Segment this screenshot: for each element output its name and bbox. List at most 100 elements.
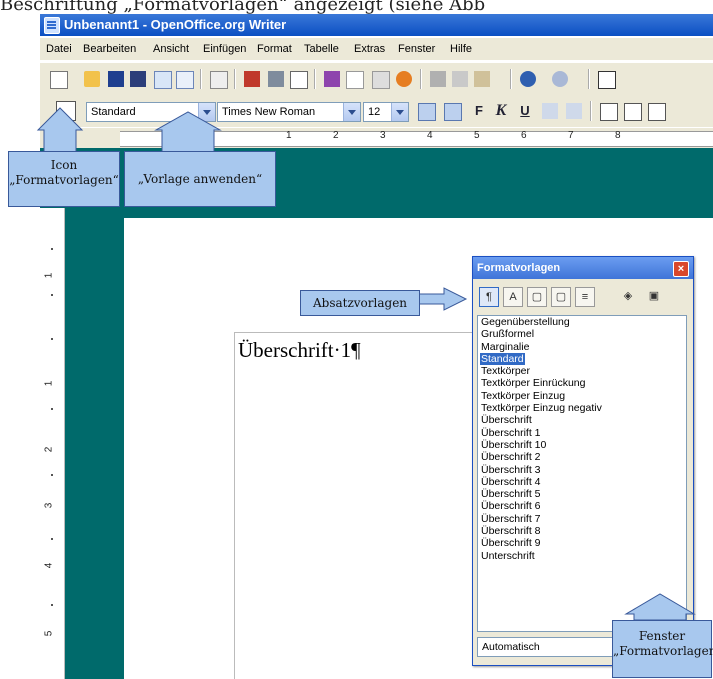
horizontal-ruler[interactable]: 1 2 3 4 5 6 7 8: [40, 128, 713, 148]
vruler-number: 3: [43, 502, 55, 509]
close-icon[interactable]: ×: [673, 261, 689, 277]
superscript-icon[interactable]: [542, 103, 558, 119]
new-document-icon[interactable]: [50, 71, 68, 89]
edit-mode-icon[interactable]: [210, 71, 228, 89]
spellcheck-icon[interactable]: [324, 71, 340, 87]
edit-file-icon[interactable]: [154, 71, 172, 89]
list-item[interactable]: Überschrift 2: [478, 451, 686, 463]
email-icon[interactable]: [176, 71, 194, 89]
list-item[interactable]: Überschrift 1: [478, 427, 686, 439]
italic-button[interactable]: K: [492, 103, 510, 119]
list-item[interactable]: Überschrift 7: [478, 513, 686, 525]
styles-formatting-icon[interactable]: [56, 101, 76, 121]
toolbar-separator: [420, 69, 422, 89]
menu-fenster[interactable]: Fenster: [398, 43, 435, 55]
menu-ansicht[interactable]: Ansicht: [153, 43, 189, 55]
window-title: Unbenannt1 - OpenOffice.org Writer: [64, 17, 287, 32]
apply-style-combo[interactable]: Standard: [86, 102, 216, 122]
ruler-number: 7: [568, 130, 574, 141]
menu-bearbeiten[interactable]: Bearbeiten: [83, 43, 136, 55]
save-as-icon[interactable]: [130, 71, 146, 87]
font-name-combo[interactable]: Times New Roman: [217, 102, 361, 122]
menu-tabelle[interactable]: Tabelle: [304, 43, 339, 55]
callout-text: Icon: [50, 158, 78, 172]
list-item[interactable]: Überschrift 9: [478, 537, 686, 549]
callout-text: „Formatvorlagen“: [9, 173, 119, 187]
subscript-icon[interactable]: [566, 103, 582, 119]
chevron-down-icon[interactable]: [391, 103, 408, 121]
menu-datei[interactable]: Datei: [46, 43, 72, 55]
page-styles-icon[interactable]: ▢: [551, 287, 571, 307]
save-icon[interactable]: [108, 71, 124, 87]
list-item[interactable]: Grußformel: [478, 328, 686, 340]
list-item[interactable]: Textkörper Einzug negativ: [478, 402, 686, 414]
list-item[interactable]: Überschrift 6: [478, 500, 686, 512]
print-icon[interactable]: [268, 71, 284, 87]
copy-icon[interactable]: [452, 71, 468, 87]
list-styles-icon[interactable]: ≡: [575, 287, 595, 307]
bold-button[interactable]: F: [470, 103, 488, 119]
align-left-icon[interactable]: [600, 103, 618, 121]
list-item[interactable]: Überschrift 8: [478, 525, 686, 537]
list-item[interactable]: Textkörper Einzug: [478, 390, 686, 402]
menu-hilfe[interactable]: Hilfe: [450, 43, 472, 55]
list-item[interactable]: Textkörper Einrückung: [478, 377, 686, 389]
styles-panel-titlebar[interactable]: Formatvorlagen ×: [473, 257, 693, 279]
list-item[interactable]: Textkörper: [478, 365, 686, 377]
ruler-number: 3: [380, 130, 386, 141]
align-right-icon[interactable]: [648, 103, 666, 121]
standard-toolbar: [40, 62, 713, 95]
list-item[interactable]: Überschrift 5: [478, 488, 686, 500]
list-item[interactable]: Unterschrift: [478, 550, 686, 562]
ruler-number: 4: [427, 130, 433, 141]
export-pdf-icon[interactable]: [244, 71, 260, 87]
chevron-down-icon[interactable]: [343, 103, 360, 121]
style-item-label: Marginalie: [481, 340, 530, 353]
callout-text: „Vorlage anwenden“: [137, 172, 263, 186]
grow-font-icon[interactable]: [418, 103, 436, 121]
callout-text: Absatzvorlagen: [312, 296, 408, 310]
document-heading[interactable]: Überschrift·1¶: [238, 338, 361, 363]
paragraph-styles-icon[interactable]: ¶: [479, 287, 499, 307]
hyphenation-icon[interactable]: [372, 71, 390, 89]
list-item-selected[interactable]: Standard: [478, 352, 686, 366]
menu-extras[interactable]: Extras: [354, 43, 385, 55]
frame-styles-icon[interactable]: ▢: [527, 287, 547, 307]
style-item-label: Überschrift 3: [481, 463, 541, 476]
cut-icon[interactable]: [430, 71, 446, 87]
style-item-label: Überschrift 9: [481, 537, 541, 550]
redo-icon[interactable]: [552, 71, 568, 87]
autospellcheck-icon[interactable]: [346, 71, 364, 89]
insert-table-icon[interactable]: [598, 71, 616, 89]
style-item-label: Überschrift: [481, 414, 532, 427]
font-size-value: 12: [368, 106, 381, 118]
list-item[interactable]: Gegenüberstellung: [478, 316, 686, 328]
new-style-icon[interactable]: ▣: [645, 287, 663, 305]
apply-style-value: Standard: [91, 106, 136, 118]
list-item[interactable]: Überschrift 10: [478, 439, 686, 451]
fill-format-icon[interactable]: ◈: [619, 287, 637, 305]
character-styles-icon[interactable]: A: [503, 287, 523, 307]
toolbar-separator: [234, 69, 236, 89]
open-folder-icon[interactable]: [84, 71, 100, 87]
style-list[interactable]: Gegenüberstellung Grußformel Marginalie …: [477, 315, 687, 632]
list-item[interactable]: Marginalie: [478, 341, 686, 353]
menu-format[interactable]: Format: [257, 43, 292, 55]
list-item[interactable]: Überschrift: [478, 414, 686, 426]
navigator-icon[interactable]: [396, 71, 412, 87]
list-item[interactable]: Überschrift 4: [478, 476, 686, 488]
figure-caption: Beschriftung „Formatvorlagen“ angezeigt …: [0, 0, 486, 14]
font-size-combo[interactable]: 12: [363, 102, 409, 122]
vertical-ruler[interactable]: 1 1 2 3 4 5: [40, 208, 65, 679]
align-center-icon[interactable]: [624, 103, 642, 121]
list-item[interactable]: Überschrift 3: [478, 464, 686, 476]
chevron-down-icon[interactable]: [198, 103, 215, 121]
paste-icon[interactable]: [474, 71, 490, 87]
page-preview-icon[interactable]: [290, 71, 308, 89]
undo-icon[interactable]: [520, 71, 536, 87]
shrink-font-icon[interactable]: [444, 103, 462, 121]
underline-button[interactable]: U: [516, 103, 534, 119]
menu-einfuegen[interactable]: Einfügen: [203, 43, 246, 55]
formatting-toolbar: Standard Times New Roman 12 F K U: [40, 95, 713, 127]
ruler-tick: [51, 538, 53, 540]
